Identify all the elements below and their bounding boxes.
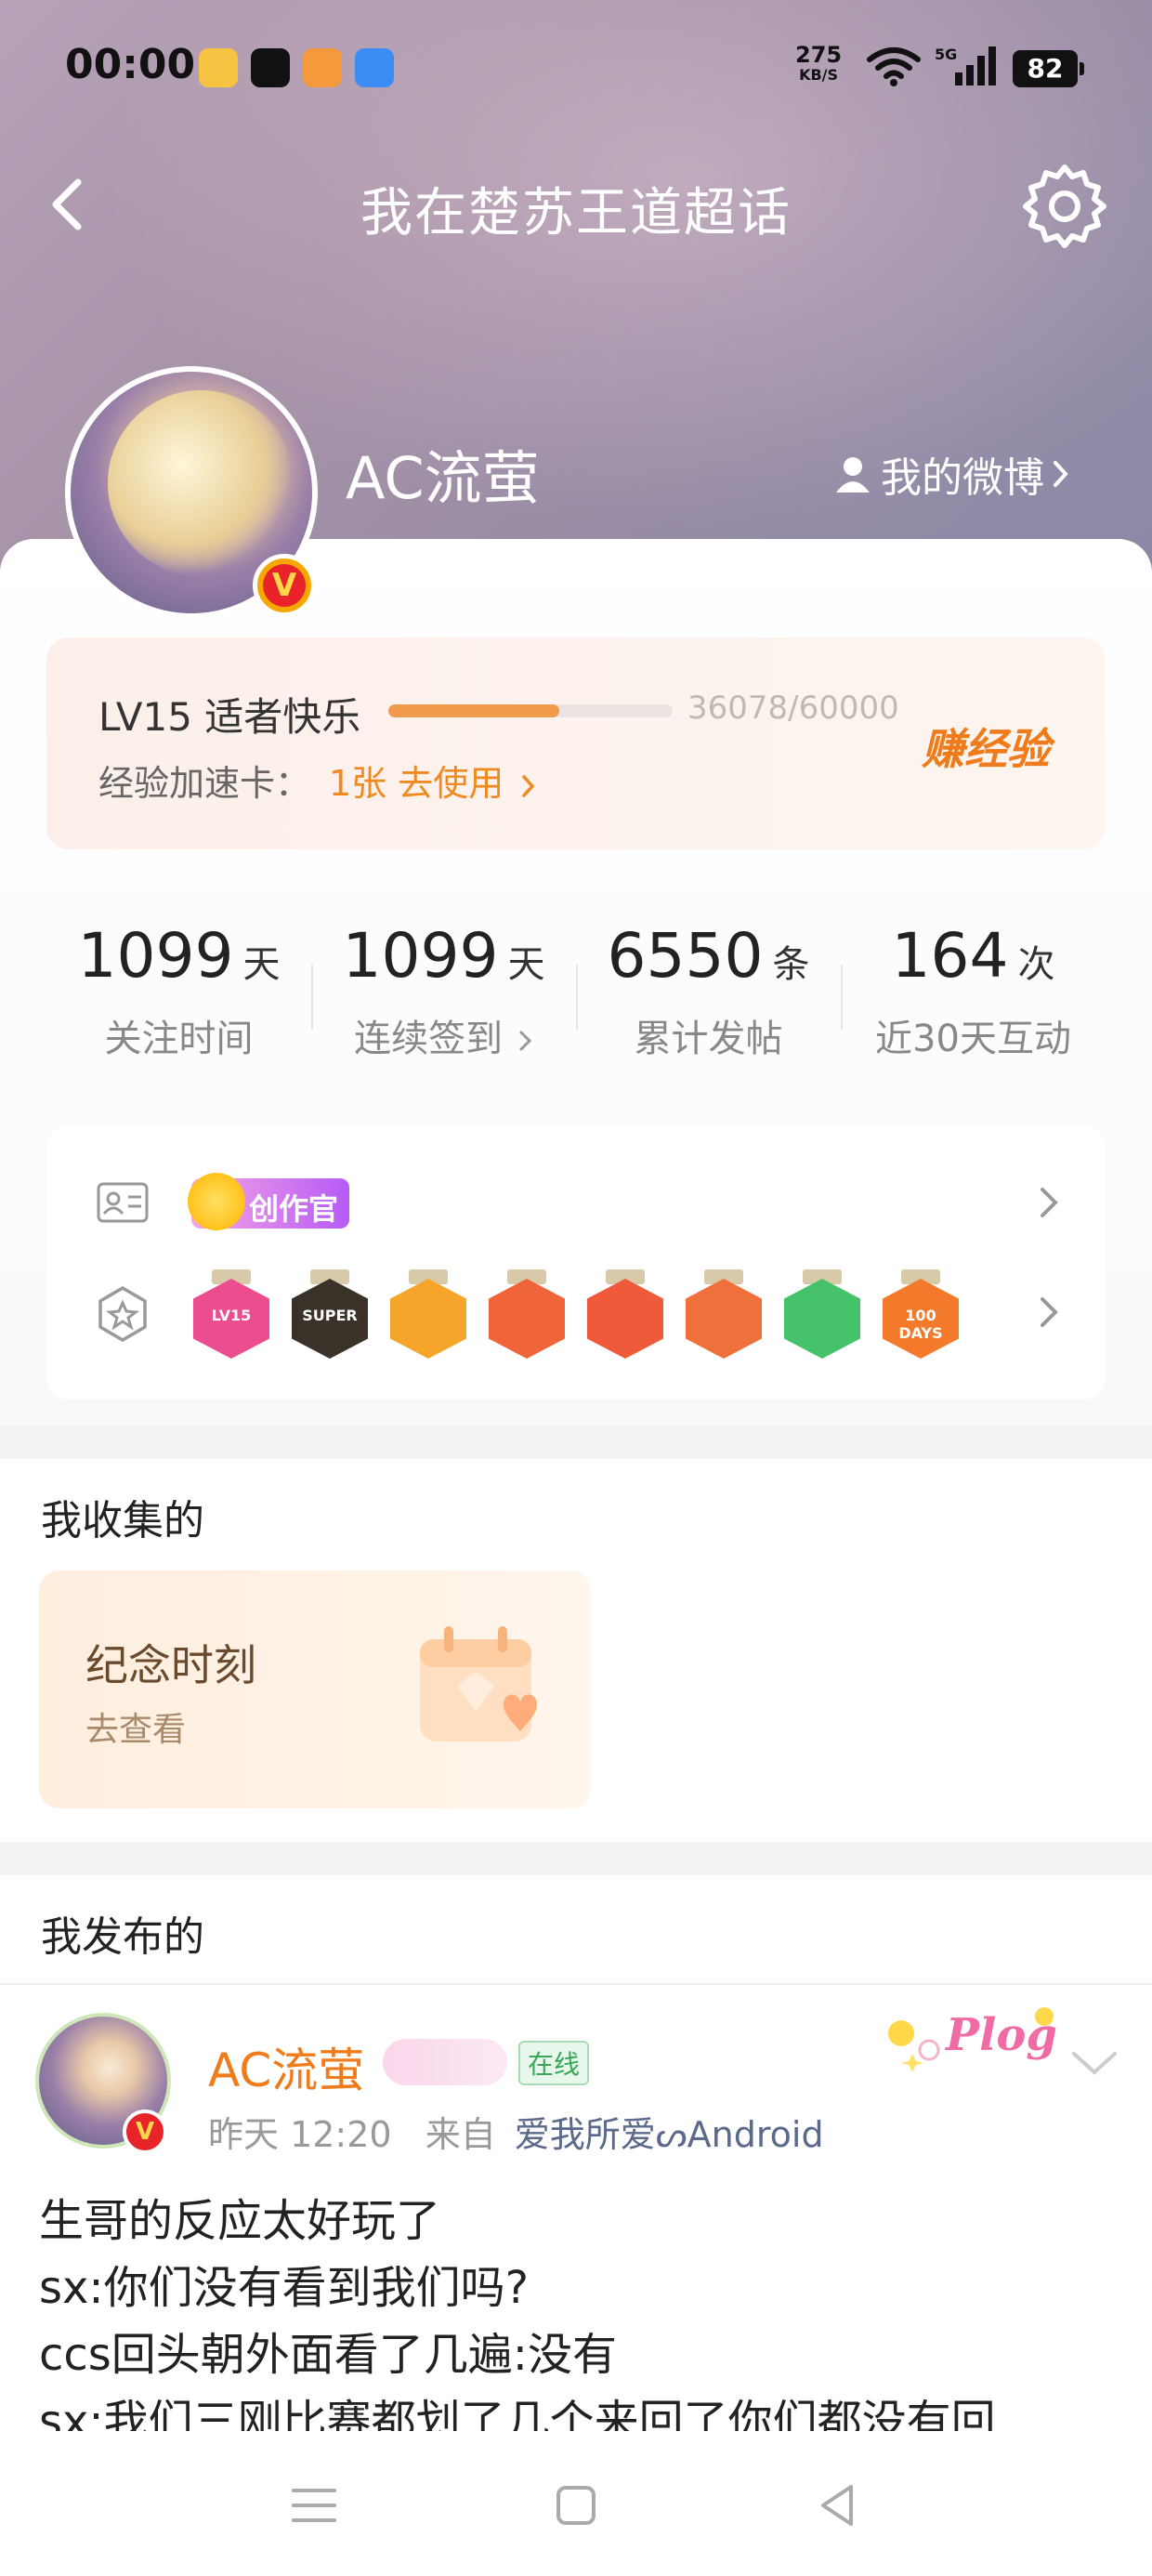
network-speed-unit: KB/S xyxy=(799,66,839,84)
post-line: sx:我们三刚比赛都划了几个来回了你们都没有回 xyxy=(39,2396,996,2431)
cat-medal-1[interactable] xyxy=(489,1269,565,1359)
post-author-name[interactable]: AC流萤 xyxy=(208,2033,364,2100)
files-notification-icon xyxy=(355,48,394,87)
medal-label: 100 DAYS xyxy=(898,1307,943,1342)
plog-sticker-icon: Plog xyxy=(888,2007,1057,2072)
app-notification-icon xyxy=(251,48,290,87)
stat-label: 累计发帖 xyxy=(634,1018,783,1060)
username: AC流萤 xyxy=(346,444,540,512)
network-type-label: 5G xyxy=(935,46,957,63)
posts-section-title: 我发布的 xyxy=(41,1913,204,1961)
super-medal[interactable]: SUPER xyxy=(292,1269,368,1359)
stat-checkin-streak[interactable]: 1099 天 连续签到 xyxy=(311,883,576,1087)
stat-unit: 次 xyxy=(1017,943,1055,986)
home-square-icon[interactable] xyxy=(548,2477,604,2533)
battery-indicator: 82 xyxy=(1013,50,1084,87)
stat-interactions-30d: 164 次 近30天互动 xyxy=(841,883,1106,1087)
collection-section-title: 我收集的 xyxy=(41,1497,204,1544)
creator-badge[interactable]: 创作官 xyxy=(188,1173,350,1230)
top-navigation: 我在楚苏王道超话 xyxy=(0,149,1152,260)
stats-row: 1099 天 关注时间 1099 天 连续签到 6550 条 累计发帖 164 次 近3… xyxy=(46,883,1106,1087)
hand-medal[interactable] xyxy=(784,1269,860,1359)
accel-card-label: 经验加速卡： xyxy=(98,763,311,804)
medal-label: SUPER xyxy=(302,1307,358,1324)
stat-unit: 天 xyxy=(507,943,545,986)
chevron-right-icon[interactable] xyxy=(1031,1284,1068,1340)
medal-outline-icon xyxy=(98,1285,147,1343)
cat-medal-2[interactable] xyxy=(587,1269,663,1359)
stat-unit: 天 xyxy=(242,943,281,986)
stat-value: 1099 xyxy=(77,920,234,992)
page-title: 我在楚苏王道超话 xyxy=(360,183,792,243)
id-card-icon xyxy=(97,1182,149,1223)
100-days-medal[interactable]: 100 DAYS xyxy=(883,1269,959,1359)
memorial-moments-card[interactable]: 纪念时刻 去查看 xyxy=(39,1571,591,1808)
chevron-right-icon xyxy=(519,1031,531,1051)
stat-value: 6550 xyxy=(607,920,764,992)
post-card[interactable]: V AC流萤 在线 Plog 昨天 12:20 来自 爱我所爱ᔕAndroid … xyxy=(0,1985,1152,2431)
post-source[interactable]: 爱我所爱ᔕAndroid xyxy=(515,2114,824,2155)
online-status-badge: 在线 xyxy=(518,2041,590,2085)
my-weibo-label: 我的微博 xyxy=(881,454,1044,502)
system-navigation-bar xyxy=(0,2431,1152,2576)
creator-label: 创作官 xyxy=(249,1191,339,1227)
level-label: LV15 适者快乐 xyxy=(98,694,361,740)
post-time: 昨天 12:20 xyxy=(208,2114,392,2155)
crown-medal[interactable] xyxy=(390,1269,466,1359)
collect-card-title: 纪念时刻 xyxy=(85,1640,256,1690)
clock: 00:00 xyxy=(65,41,196,88)
stat-label: 连续签到 xyxy=(354,1018,504,1060)
stat-follow-time: 1099 天 关注时间 xyxy=(46,883,311,1087)
back-triangle-icon[interactable] xyxy=(810,2477,866,2533)
person-icon xyxy=(836,457,870,493)
accel-card-action: 1张 去使用 xyxy=(329,763,504,804)
chevron-right-icon xyxy=(522,774,535,797)
collect-card-link: 去查看 xyxy=(85,1711,187,1749)
cat-medal-3[interactable] xyxy=(686,1269,762,1359)
stat-value: 164 xyxy=(891,920,1009,992)
calendar-heart-icon xyxy=(420,1626,537,1741)
chevron-right-icon xyxy=(1054,461,1068,487)
chevron-right-icon[interactable] xyxy=(1031,1175,1068,1230)
stat-value: 1099 xyxy=(342,920,499,992)
chevron-down-icon[interactable] xyxy=(1068,2046,1120,2080)
verified-mark: V xyxy=(263,564,306,607)
level-progress-bar xyxy=(388,704,673,717)
fan-level-badge xyxy=(383,2039,507,2085)
network-speed-value: 275 xyxy=(795,42,843,68)
video-notification-icon xyxy=(303,48,342,87)
level-exp-text: 36078/60000 xyxy=(687,690,899,727)
post-line: sx:你们没有看到我们吗? xyxy=(39,2262,530,2314)
signal-5g-icon: 5G xyxy=(935,46,996,85)
section-divider xyxy=(0,1842,1152,1875)
badge-card: 创作官 LV15 SUPER 100 DAYS xyxy=(46,1124,1106,1400)
post-line: ccs回头朝外面看了几遍:没有 xyxy=(39,2329,617,2381)
earn-exp-button[interactable]: 赚经验 xyxy=(922,716,1050,777)
post-meta: 昨天 12:20 来自 爱我所爱ᔕAndroid xyxy=(208,2106,824,2157)
stat-label: 近30天互动 xyxy=(875,1018,1071,1060)
wifi-icon xyxy=(867,47,921,86)
status-bar: 00:00 275 KB/S 5G 82 xyxy=(0,0,1152,139)
level-progress-fill xyxy=(388,704,559,717)
post-source-prefix: 来自 xyxy=(425,2114,496,2155)
level-card[interactable]: LV15 适者快乐 36078/60000 赚经验 经验加速卡： 1张 去使用 xyxy=(46,637,1106,849)
verified-badge: V xyxy=(123,2109,167,2154)
stat-total-posts: 6550 条 累计发帖 xyxy=(576,883,841,1087)
medal-label: LV15 xyxy=(211,1307,252,1324)
my-weibo-link[interactable]: 我的微博 xyxy=(832,444,1070,504)
lv15-medal[interactable]: LV15 xyxy=(193,1269,269,1359)
weibo-notification-icon xyxy=(199,48,238,87)
section-divider xyxy=(0,1426,1152,1459)
stat-unit: 条 xyxy=(772,943,810,986)
gear-icon[interactable] xyxy=(1020,160,1109,249)
post-body: 生哥的反应太好玩了 sx:你们没有看到我们吗? ccs回头朝外面看了几遍:没有 … xyxy=(39,2188,1117,2431)
accel-card-use-link[interactable]: 1张 去使用 xyxy=(329,755,537,806)
creator-emoji-icon xyxy=(188,1173,245,1230)
network-speed: 275 KB/S xyxy=(795,42,843,85)
verified-badge: V xyxy=(253,554,316,617)
menu-icon[interactable] xyxy=(286,2477,342,2533)
post-line: 生哥的反应太好玩了 xyxy=(39,2195,441,2247)
stat-label: 关注时间 xyxy=(104,1018,254,1060)
